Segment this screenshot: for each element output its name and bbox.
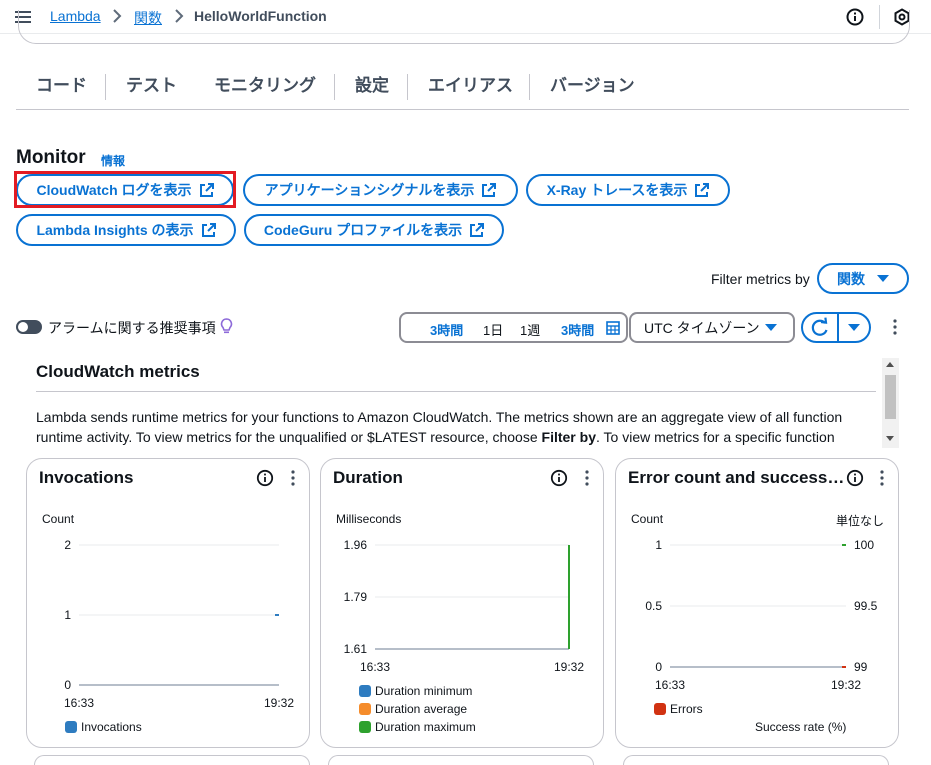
legend-swatch bbox=[359, 703, 371, 715]
refresh-control bbox=[801, 312, 871, 343]
next-card-edge bbox=[328, 755, 594, 765]
tab-divider bbox=[334, 74, 335, 100]
tab-aliases[interactable]: エイリアス bbox=[428, 64, 513, 108]
duration-metric-card: Duration Milliseconds 1.96 1.79 1.61 16:33 1… bbox=[320, 458, 604, 748]
monitor-heading: Monitor bbox=[16, 147, 86, 168]
next-card-edge bbox=[623, 755, 889, 765]
legend-swatch bbox=[65, 721, 77, 733]
filter-metrics-label: Filter metrics by bbox=[711, 271, 810, 287]
alarm-recommendations-toggle[interactable] bbox=[16, 320, 42, 334]
x-tick-label: 16:33 bbox=[360, 660, 390, 674]
legend-item: Duration average bbox=[359, 702, 467, 716]
timezone-value: UTC タイムゾーン bbox=[644, 319, 760, 336]
tab-code[interactable]: コード bbox=[36, 64, 87, 108]
external-link-icon bbox=[470, 223, 485, 237]
y-tick-label: 1 bbox=[64, 608, 71, 622]
filter-value: 関数 bbox=[837, 270, 865, 287]
caret-down-icon bbox=[877, 275, 889, 282]
filter-metrics-dropdown[interactable]: 関数 bbox=[817, 263, 909, 294]
tab-versions[interactable]: バージョン bbox=[550, 64, 635, 108]
y-tick-label: 0.5 bbox=[645, 599, 662, 613]
alarm-recommendations-label: アラームに関する推奨事項 bbox=[48, 320, 216, 336]
legend-item: Duration minimum bbox=[359, 684, 472, 698]
timezone-select[interactable]: UTC タイムゾーン bbox=[629, 312, 795, 343]
cloudwatch-description: Lambda sends runtime metrics for your fu… bbox=[36, 409, 843, 445]
button-label: Lambda Insights の表示 bbox=[36, 222, 194, 238]
legend-item: Duration maximum bbox=[359, 720, 476, 734]
range-option-3h[interactable]: 3時間 bbox=[430, 320, 463, 339]
view-application-signals-button[interactable]: アプリケーションシグナルを表示 bbox=[243, 174, 518, 206]
y-tick-label: 0 bbox=[64, 678, 71, 692]
tab-configuration[interactable]: 設定 bbox=[355, 64, 389, 108]
legend-item: Errors bbox=[654, 702, 703, 716]
y-tick-label: 2 bbox=[64, 538, 71, 552]
calendar-icon[interactable] bbox=[606, 321, 620, 335]
tab-monitoring[interactable]: モニタリング bbox=[197, 64, 333, 108]
y-tick-label: 0 bbox=[655, 660, 662, 674]
view-xray-traces-button[interactable]: X-Ray トレースを表示 bbox=[526, 174, 730, 206]
invocations-chart: 2 1 0 16:33 19:32 bbox=[64, 538, 294, 710]
y2-tick-label: 100 bbox=[854, 538, 874, 552]
time-range-selector: 3時間 1日 1週 3時間 bbox=[399, 312, 628, 343]
button-label: CodeGuru プロファイルを表示 bbox=[263, 222, 463, 238]
range-option-custom[interactable]: 3時間 bbox=[561, 320, 594, 339]
external-link-icon bbox=[482, 183, 497, 197]
info-link[interactable]: 情報 bbox=[101, 152, 125, 169]
external-link-icon bbox=[201, 223, 216, 237]
x-tick-label: 16:33 bbox=[64, 696, 94, 710]
tab-divider bbox=[407, 74, 408, 100]
caret-down-icon bbox=[848, 324, 860, 331]
refresh-icon[interactable] bbox=[803, 314, 837, 341]
lightbulb-icon bbox=[220, 318, 233, 334]
view-lambda-insights-button[interactable]: Lambda Insights の表示 bbox=[16, 214, 236, 246]
legend-swatch bbox=[654, 703, 666, 715]
y-tick-label: 1.96 bbox=[344, 538, 368, 552]
legend-item: Success rate (%) bbox=[755, 720, 847, 734]
x-tick-label: 19:32 bbox=[264, 696, 294, 710]
tab-test[interactable]: テスト bbox=[126, 64, 177, 108]
divider bbox=[36, 391, 876, 392]
y-tick-label: 1 bbox=[655, 538, 662, 552]
function-tabs: コード テスト モニタリング 設定 エイリアス バージョン bbox=[16, 64, 909, 110]
y2-tick-label: 99.5 bbox=[854, 599, 878, 613]
previous-panel-edge bbox=[18, 10, 910, 44]
next-card-edge bbox=[34, 755, 310, 765]
refresh-options-dropdown[interactable] bbox=[839, 314, 869, 341]
tab-divider bbox=[529, 74, 530, 100]
legend-item: Invocations bbox=[65, 720, 142, 734]
external-link-icon bbox=[695, 183, 710, 197]
cloudwatch-metrics-heading: CloudWatch metrics bbox=[36, 362, 200, 381]
x-tick-label: 16:33 bbox=[655, 678, 685, 692]
scrollbar-thumb[interactable] bbox=[885, 375, 896, 419]
legend-swatch bbox=[359, 685, 371, 697]
external-link-icon bbox=[199, 183, 214, 197]
error-count-metric-card: Error count and success ... Count 単位なし 1… bbox=[615, 458, 899, 748]
range-option-1w[interactable]: 1週 bbox=[520, 320, 540, 339]
x-tick-label: 19:32 bbox=[831, 678, 861, 692]
invocations-metric-card: Invocations Count 2 1 0 16:33 19:32 Invocati… bbox=[26, 458, 310, 748]
more-options-icon[interactable] bbox=[892, 319, 898, 335]
y-tick-label: 1.79 bbox=[344, 590, 368, 604]
caret-down-icon bbox=[765, 324, 777, 331]
range-option-1d[interactable]: 1日 bbox=[483, 320, 503, 339]
y2-tick-label: 99 bbox=[854, 660, 868, 674]
tab-divider bbox=[105, 74, 106, 100]
button-label: X-Ray トレースを表示 bbox=[546, 182, 688, 198]
y-tick-label: 1.61 bbox=[344, 642, 368, 656]
view-cloudwatch-logs-button[interactable]: CloudWatch ログを表示 bbox=[16, 174, 234, 206]
x-tick-label: 19:32 bbox=[554, 660, 584, 674]
description-scrollbar[interactable] bbox=[882, 358, 899, 448]
view-codeguru-profile-button[interactable]: CodeGuru プロファイルを表示 bbox=[244, 214, 504, 246]
button-label: アプリケーションシグナルを表示 bbox=[264, 182, 475, 198]
legend-swatch bbox=[359, 721, 371, 733]
button-label: CloudWatch ログを表示 bbox=[36, 182, 192, 198]
